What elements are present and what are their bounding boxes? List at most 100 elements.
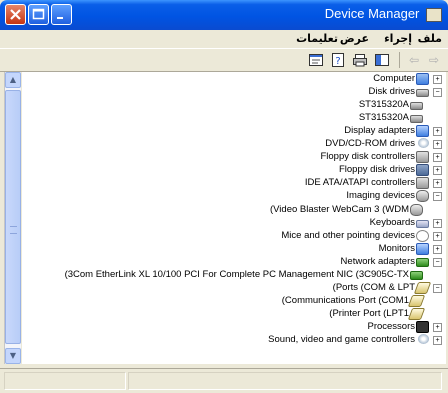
cdrom-icon bbox=[418, 138, 429, 149]
toolbar-separator bbox=[399, 52, 400, 68]
device-category[interactable]: + Computer bbox=[22, 73, 446, 85]
thumb-grip-icon bbox=[10, 226, 17, 234]
back-arrow-icon: ⇦ bbox=[408, 53, 420, 67]
device-item[interactable]: ST315320A bbox=[22, 112, 446, 124]
maximize-icon bbox=[32, 8, 45, 20]
device-label: Imaging devices bbox=[346, 190, 415, 202]
keyboard-icon bbox=[416, 219, 429, 228]
device-item[interactable]: (Communications Port (COM1 bbox=[22, 294, 446, 307]
device-label: (Printer Port (LPT1 bbox=[329, 307, 409, 319]
svg-text:?: ? bbox=[335, 56, 340, 67]
expand-toggle[interactable]: + bbox=[433, 140, 442, 150]
device-label: (Ports (COM & LPT bbox=[332, 281, 415, 293]
collapse-toggle[interactable]: − bbox=[433, 283, 442, 293]
scroll-up-button[interactable]: ▲ bbox=[5, 72, 21, 88]
device-label: ST315320A bbox=[358, 112, 409, 124]
device-manager-icon bbox=[426, 7, 442, 22]
status-bar bbox=[0, 368, 448, 393]
device-category[interactable]: + Mice and other pointing devices bbox=[22, 229, 446, 242]
disk-icon bbox=[410, 102, 423, 111]
camera-icon bbox=[410, 203, 423, 216]
device-category[interactable]: + IDE ATA/ATAPI controllers bbox=[22, 177, 446, 190]
device-category[interactable]: − Disk drives bbox=[22, 86, 446, 98]
controller-icon bbox=[416, 177, 429, 190]
port-icon bbox=[407, 307, 426, 320]
expand-toggle[interactable]: + bbox=[433, 75, 442, 84]
minimize-button[interactable] bbox=[51, 4, 72, 25]
monitor-icon bbox=[416, 242, 429, 255]
display-icon bbox=[416, 125, 429, 138]
menu-help[interactable]: تعليمات bbox=[296, 32, 338, 45]
device-category[interactable]: − (Ports (COM & LPT bbox=[22, 281, 446, 294]
help-button[interactable]: ? bbox=[330, 52, 346, 68]
device-label: Network adapters bbox=[340, 255, 415, 267]
device-category[interactable]: − Network adapters bbox=[22, 256, 446, 268]
forward-button[interactable]: ⇨ bbox=[426, 52, 442, 68]
device-label: IDE ATA/ATAPI controllers bbox=[304, 177, 415, 189]
vertical-scrollbar[interactable]: ▲ ▼ bbox=[4, 72, 21, 364]
title-bar[interactable]: Device Manager bbox=[0, 0, 448, 30]
menu-view[interactable]: عرض bbox=[340, 32, 369, 45]
menu-bar: ملف إجراء عرض تعليمات bbox=[0, 30, 448, 49]
scroll-down-button[interactable]: ▼ bbox=[5, 348, 21, 364]
console-tree-icon bbox=[375, 54, 389, 66]
device-category[interactable]: + Sound, video and game controllers bbox=[22, 334, 446, 346]
collapse-toggle[interactable]: − bbox=[433, 88, 442, 98]
device-item[interactable]: (Printer Port (LPT1 bbox=[22, 307, 446, 320]
device-item[interactable]: ST315320A bbox=[22, 99, 446, 111]
port-icon bbox=[407, 294, 426, 307]
device-category[interactable]: + Keyboards bbox=[22, 217, 446, 229]
window-title: Device Manager bbox=[325, 6, 442, 22]
camera-icon bbox=[416, 190, 429, 203]
device-item[interactable]: (Video Blaster WebCam 3 (WDM bbox=[22, 203, 446, 216]
device-label: Floppy disk drives bbox=[338, 164, 415, 176]
menu-action[interactable]: إجراء bbox=[384, 32, 412, 45]
maximize-button[interactable] bbox=[28, 4, 49, 25]
network-icon bbox=[416, 257, 429, 267]
device-label: Display adapters bbox=[344, 125, 415, 137]
device-label: Disk drives bbox=[368, 86, 415, 98]
port-icon bbox=[413, 281, 432, 294]
back-button[interactable]: ⇦ bbox=[406, 52, 422, 68]
device-category[interactable]: + Monitors bbox=[22, 242, 446, 255]
disk-icon bbox=[416, 89, 429, 98]
device-category[interactable]: + Processors bbox=[22, 320, 446, 333]
device-category[interactable]: + Floppy disk controllers bbox=[22, 151, 446, 164]
show-hide-tree-button[interactable] bbox=[374, 52, 390, 68]
collapse-toggle[interactable]: − bbox=[433, 257, 442, 267]
expand-toggle[interactable]: + bbox=[433, 166, 442, 176]
sound-icon bbox=[418, 334, 429, 344]
properties-icon bbox=[309, 54, 323, 66]
device-category[interactable]: + DVD/CD-ROM drives bbox=[22, 138, 446, 150]
device-category[interactable]: + Display adapters bbox=[22, 125, 446, 138]
minimize-icon bbox=[57, 17, 63, 19]
expand-toggle[interactable]: + bbox=[433, 179, 442, 189]
expand-toggle[interactable]: + bbox=[433, 322, 442, 332]
menu-file[interactable]: ملف bbox=[418, 32, 442, 45]
collapse-toggle[interactable]: − bbox=[433, 192, 442, 202]
disk-icon bbox=[410, 115, 423, 124]
forward-arrow-icon: ⇨ bbox=[428, 53, 440, 67]
device-label: Sound, video and game controllers bbox=[268, 334, 415, 345]
close-button[interactable] bbox=[5, 4, 26, 25]
expand-toggle[interactable]: + bbox=[433, 231, 442, 241]
device-category[interactable]: − Imaging devices bbox=[22, 190, 446, 203]
device-tree[interactable]: + Computer − Disk drives ST315320A ST315320A +… bbox=[22, 72, 446, 364]
expand-toggle[interactable]: + bbox=[433, 336, 442, 345]
scroll-thumb[interactable] bbox=[5, 90, 21, 344]
device-label: ST315320A bbox=[358, 99, 409, 111]
device-label: (Video Blaster WebCam 3 (WDM bbox=[269, 203, 409, 215]
device-item[interactable]: (3Com EtherLink XL 10/100 PCI For Comple… bbox=[22, 269, 446, 281]
processor-icon bbox=[416, 320, 429, 333]
expand-toggle[interactable]: + bbox=[433, 153, 442, 163]
expand-toggle[interactable]: + bbox=[433, 127, 442, 137]
expand-toggle[interactable]: + bbox=[433, 218, 442, 228]
expand-toggle[interactable]: + bbox=[433, 244, 442, 254]
network-icon bbox=[410, 270, 423, 280]
device-category[interactable]: + Floppy disk drives bbox=[22, 164, 446, 177]
device-label: Computer bbox=[373, 73, 415, 84]
properties-button[interactable] bbox=[308, 52, 324, 68]
device-label: (3Com EtherLink XL 10/100 PCI For Comple… bbox=[64, 268, 409, 280]
device-label: Mice and other pointing devices bbox=[281, 229, 415, 241]
print-button[interactable] bbox=[352, 52, 368, 68]
